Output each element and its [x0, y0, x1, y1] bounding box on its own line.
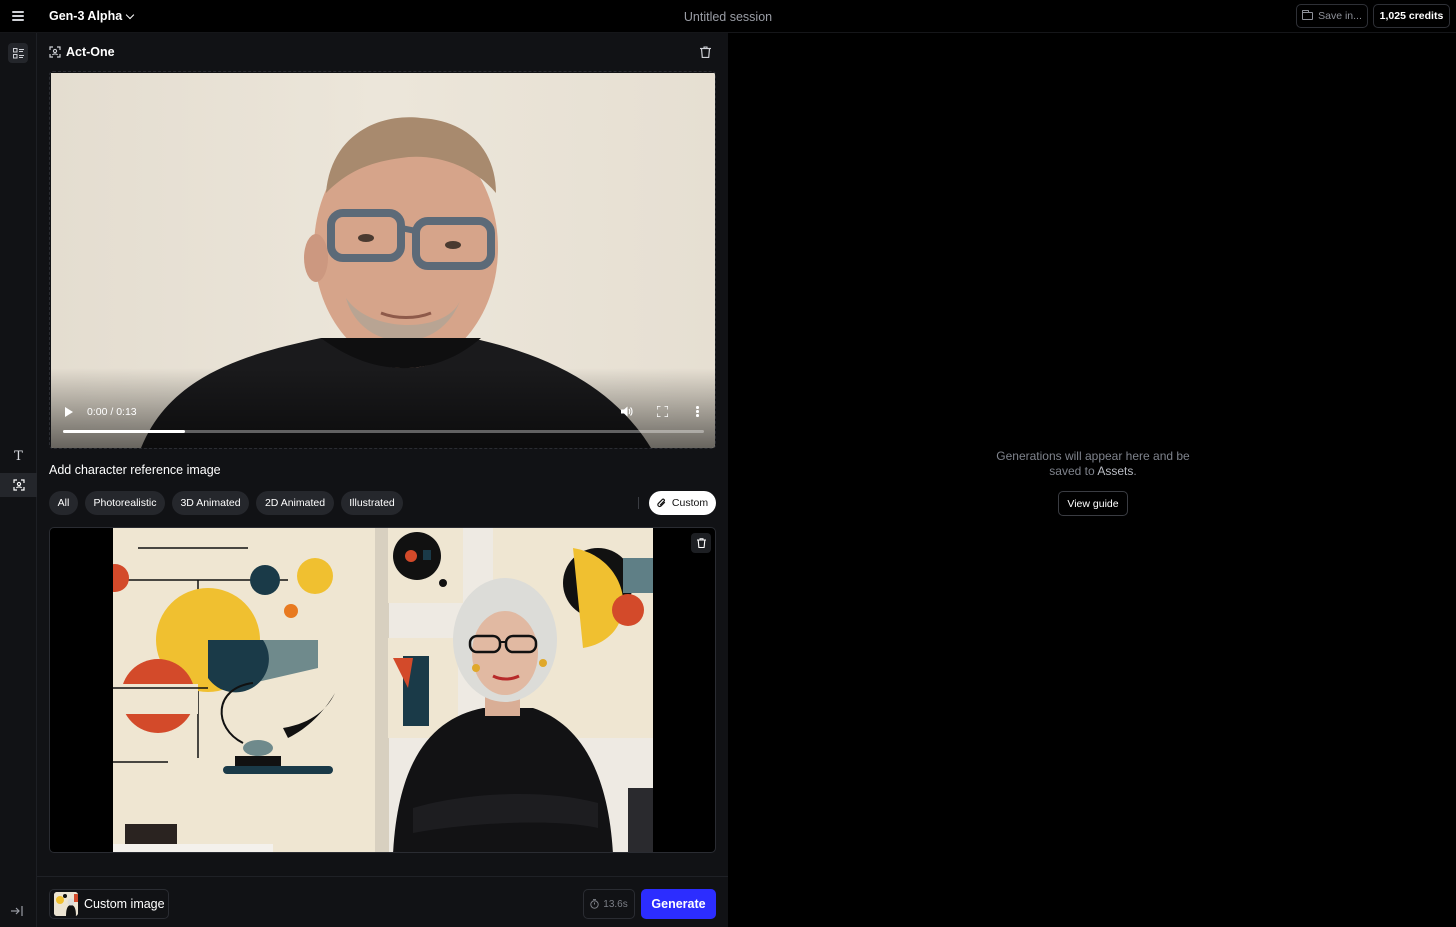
- filter-chip-illustrated[interactable]: Illustrated: [341, 491, 403, 515]
- panel-title: Act-One: [66, 45, 115, 59]
- top-bar: Gen-3 Alpha Untitled session Save in... …: [0, 0, 1456, 33]
- save-label: Save in...: [1318, 10, 1362, 22]
- duration-value: 13.6s: [603, 898, 628, 910]
- empty-line-2: saved to Assets.: [978, 464, 1208, 479]
- driving-video[interactable]: 0:00 / 0:13: [49, 71, 716, 449]
- timer-icon: [590, 899, 599, 909]
- text-tool-icon[interactable]: T: [0, 445, 37, 467]
- layout-icon[interactable]: [8, 43, 28, 63]
- filter-chip-2d-animated[interactable]: 2D Animated: [256, 491, 334, 515]
- video-controls-overlay: [51, 368, 715, 448]
- trash-icon[interactable]: [700, 46, 711, 61]
- folder-icon: [1302, 10, 1314, 20]
- reference-image-preview: [49, 527, 716, 853]
- credits-button[interactable]: 1,025 credits: [1373, 4, 1450, 28]
- duration-badge[interactable]: 13.6s: [583, 889, 635, 919]
- filter-chip-all[interactable]: All: [49, 491, 78, 515]
- empty-state-message: Generations will appear here and be save…: [978, 449, 1208, 479]
- video-progress-fill: [63, 430, 185, 433]
- custom-image-label: Custom image: [84, 897, 165, 911]
- custom-label: Custom: [671, 497, 709, 509]
- reference-image-label: Add character reference image: [49, 463, 221, 477]
- collapse-icon[interactable]: [11, 905, 25, 917]
- divider: [638, 497, 639, 509]
- reference-image: [113, 528, 653, 852]
- act-one-panel: Act-One 0:00 / 0:13 Add character refere…: [37, 33, 728, 927]
- play-icon[interactable]: [65, 407, 73, 417]
- tool-rail: T: [0, 33, 37, 927]
- empty-line-2-prefix: saved to: [1049, 464, 1098, 478]
- panel-header: Act-One: [49, 45, 115, 59]
- face-scan-icon[interactable]: [0, 473, 37, 497]
- view-guide-button[interactable]: View guide: [1058, 491, 1128, 516]
- reference-image-art: [113, 528, 653, 852]
- empty-line-2-suffix: .: [1133, 464, 1137, 478]
- session-title[interactable]: Untitled session: [0, 10, 1456, 24]
- filter-chip-photorealistic[interactable]: Photorealistic: [85, 491, 165, 515]
- empty-line-1: Generations will appear here and be: [996, 449, 1190, 463]
- custom-image-thumbnail: [54, 892, 78, 916]
- custom-upload-button[interactable]: Custom: [649, 491, 716, 515]
- remove-image-trash-icon[interactable]: [691, 533, 711, 553]
- paperclip-icon: [657, 498, 666, 507]
- video-frame: 0:00 / 0:13: [51, 73, 715, 448]
- video-time: 0:00 / 0:13: [87, 406, 137, 418]
- video-progress-bar[interactable]: [63, 430, 704, 433]
- generate-button[interactable]: Generate: [641, 889, 716, 919]
- more-options-icon[interactable]: [696, 406, 699, 418]
- panel-footer: Custom image 13.6s Generate: [37, 876, 728, 927]
- custom-image-button[interactable]: Custom image: [49, 889, 169, 919]
- filter-chip-3d-animated[interactable]: 3D Animated: [172, 491, 249, 515]
- save-in-button[interactable]: Save in...: [1296, 4, 1368, 28]
- assets-link[interactable]: Assets: [1097, 464, 1133, 478]
- face-scan-icon: [49, 46, 61, 58]
